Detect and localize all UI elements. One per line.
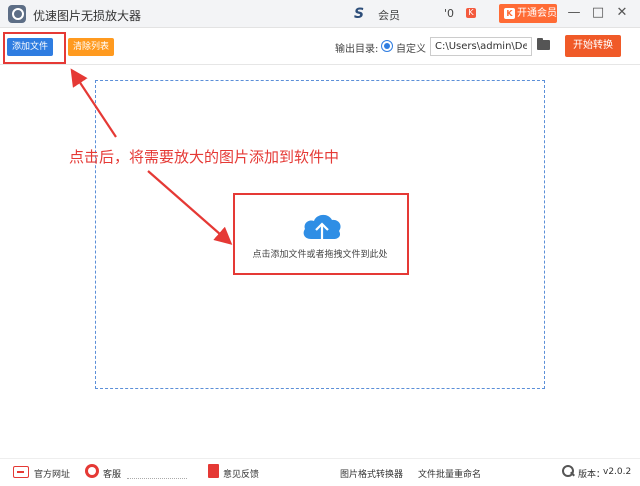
vip-icon: K bbox=[504, 8, 515, 19]
start-convert-button[interactable]: 开始转换 bbox=[565, 35, 621, 57]
member-text[interactable]: 会员 bbox=[378, 7, 400, 23]
open-vip-label: 开通会员 bbox=[517, 8, 557, 19]
clear-list-button[interactable]: 清除列表 bbox=[68, 38, 114, 56]
version-icon bbox=[562, 465, 574, 477]
close-button[interactable]: ✕ bbox=[614, 5, 630, 21]
output-dir-label: 输出目录: bbox=[335, 44, 379, 55]
footer: 官方网址 客服 意见反馈 图片格式转换器 文件批量重命名 版本： v2.0.2 bbox=[0, 458, 640, 486]
partial-text: '0 bbox=[444, 7, 455, 20]
add-file-button[interactable]: 添加文件 bbox=[7, 38, 53, 56]
custom-radio-label[interactable]: 自定义 bbox=[396, 40, 426, 55]
maximize-button[interactable]: □ bbox=[590, 5, 606, 21]
app-logo-icon bbox=[8, 5, 26, 23]
minimize-button[interactable]: — bbox=[566, 5, 582, 21]
version-label: 版本： bbox=[578, 470, 606, 480]
format-converter-link[interactable]: 图片格式转换器 bbox=[340, 467, 403, 480]
website-icon[interactable] bbox=[13, 466, 29, 478]
red-badge-icon[interactable]: K bbox=[466, 8, 476, 18]
website-link[interactable]: 官方网址 bbox=[34, 467, 70, 480]
toolbar: 添加文件 清除列表 输出目录: 自定义 开始转换 bbox=[0, 29, 640, 65]
version-value: v2.0.2 bbox=[603, 467, 632, 477]
folder-icon[interactable] bbox=[537, 38, 550, 50]
feedback-icon[interactable] bbox=[208, 464, 219, 478]
app-title: 优速图片无损放大器 bbox=[33, 9, 142, 23]
drop-hint-text: 点击添加文件或者拖拽文件到此处 bbox=[252, 250, 388, 260]
feedback-link[interactable]: 意见反馈 bbox=[223, 467, 259, 480]
support-contact-blank bbox=[127, 465, 187, 479]
custom-radio[interactable] bbox=[381, 40, 393, 52]
s-logo-icon[interactable]: S bbox=[354, 6, 372, 22]
open-vip-button[interactable]: K 开通会员 bbox=[499, 4, 557, 23]
output-path-input[interactable] bbox=[430, 37, 532, 56]
customer-service-link[interactable]: 客服 bbox=[103, 467, 121, 480]
annotation-text: 点击后，将需要放大的图片添加到软件中 bbox=[69, 148, 340, 166]
customer-service-icon[interactable] bbox=[85, 464, 99, 478]
title-bar: 优速图片无损放大器 S 会员 '0 K K 开通会员 — □ ✕ bbox=[0, 0, 640, 28]
batch-rename-link[interactable]: 文件批量重命名 bbox=[418, 467, 481, 480]
cloud-upload-icon[interactable] bbox=[301, 209, 343, 245]
